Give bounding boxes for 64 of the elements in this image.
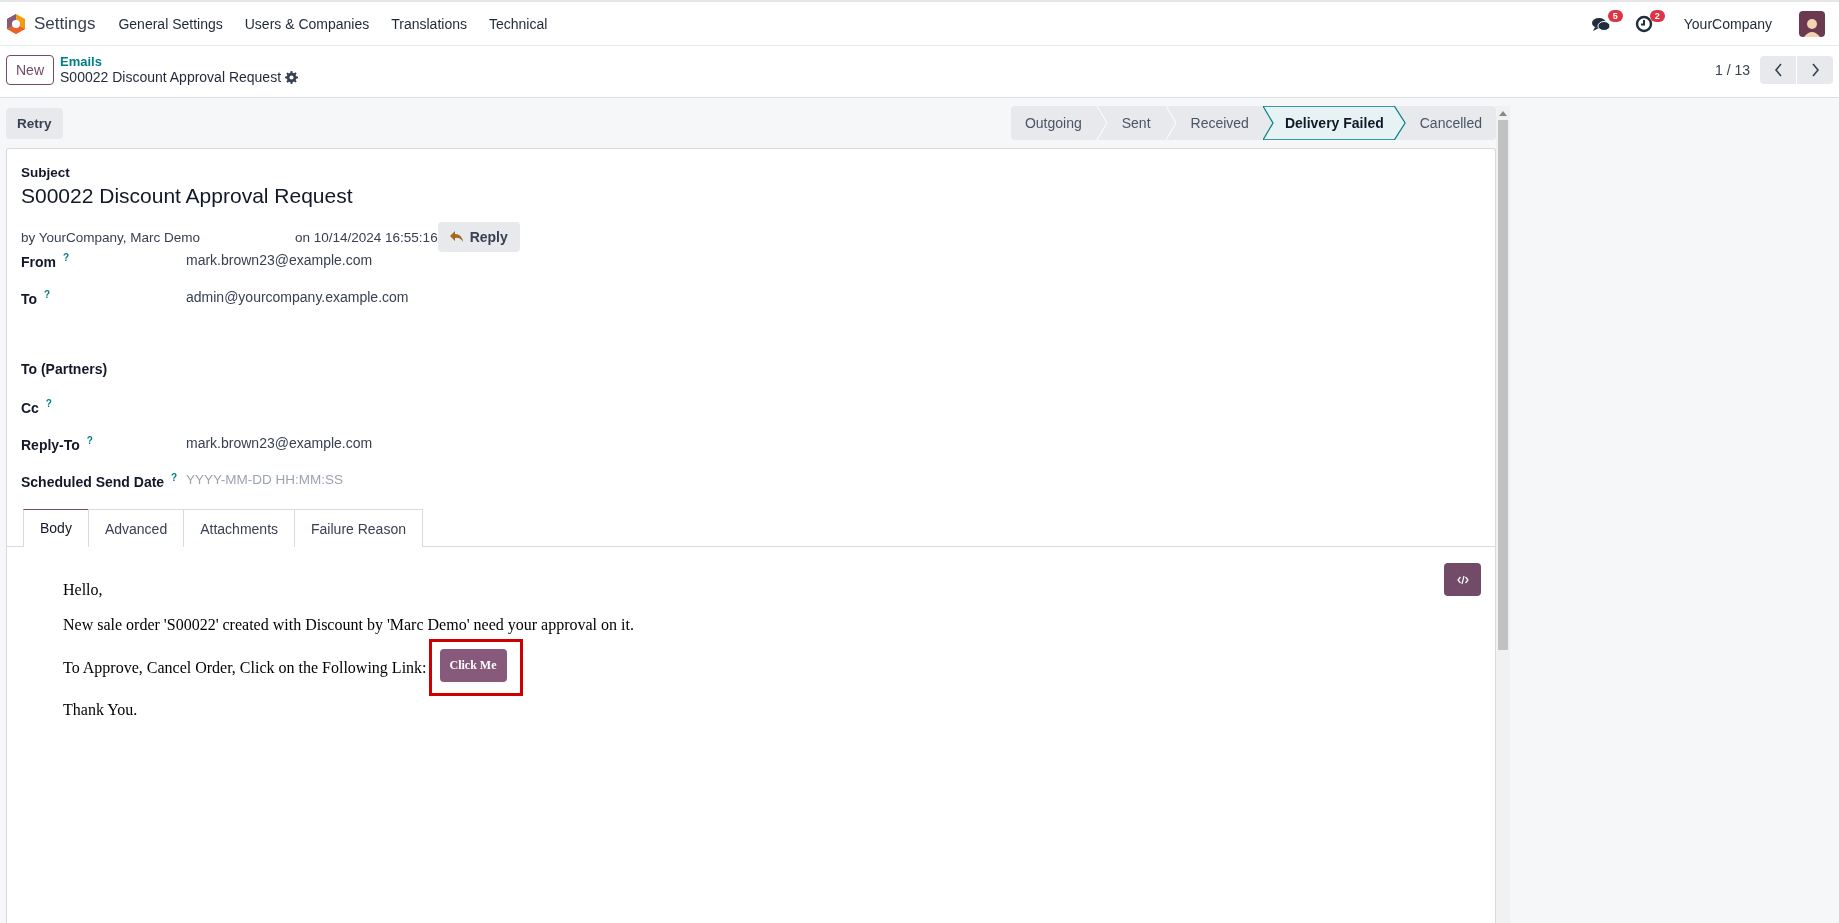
gear-icon[interactable] [285, 70, 299, 84]
pager-counter: 1 / 13 [1714, 61, 1750, 78]
status-stage[interactable]: Outgoing [1010, 106, 1096, 140]
field-value[interactable]: mark.brown23@example.com [186, 252, 373, 268]
status-stage[interactable]: Delivery Failed [1262, 106, 1406, 140]
menu-item[interactable]: Translations [380, 15, 478, 32]
field-label: Cc [21, 399, 39, 416]
email-link-intro: To Approve, Cancel Order, Click on the Following Link: [63, 658, 427, 677]
chevron-left-icon [1773, 62, 1783, 77]
email-greeting: Hello, [63, 581, 104, 599]
app-name[interactable]: Settings [34, 13, 96, 34]
field-label: From [21, 253, 56, 270]
menu-item[interactable]: General Settings [107, 15, 234, 32]
help-tooltip[interactable]: ? [171, 472, 178, 483]
record-title: S00022 Discount Approval Request [60, 69, 282, 85]
help-tooltip[interactable]: ? [45, 398, 52, 409]
field-label: Scheduled Send Date [21, 473, 165, 490]
notification-badge: 5 [1607, 9, 1623, 22]
breadcrumb-link[interactable]: Emails [60, 54, 299, 69]
notification-badge: 2 [1649, 9, 1665, 22]
company-switcher[interactable]: YourCompany [1672, 15, 1783, 32]
activities-button[interactable]: 2 [1624, 8, 1667, 39]
email-link-button[interactable]: Click Me [439, 649, 507, 682]
status-stage[interactable]: Cancelled [1405, 106, 1496, 140]
field-label: Reply-To [21, 436, 80, 453]
retry-button[interactable]: Retry [6, 107, 63, 139]
chat-icon [1590, 15, 1611, 32]
app-logo-icon[interactable] [6, 12, 26, 35]
status-stage[interactable]: Received [1176, 106, 1263, 140]
code-view-button[interactable] [1444, 563, 1481, 596]
email-subject: S00022 Discount Approval Request [21, 184, 354, 208]
menu-item[interactable]: Users & Companies [233, 15, 381, 32]
reply-button[interactable]: Reply [437, 222, 520, 252]
user-avatar[interactable] [1799, 10, 1825, 37]
email-author: by YourCompany, Marc Demo [21, 229, 202, 245]
email-message: New sale order 'S00022' created with Discount by 'Marc Demo' need your approval on it. [63, 616, 635, 634]
field-value[interactable]: admin@yourcompany.example.com [186, 289, 409, 305]
clock-icon [1634, 14, 1653, 33]
email-closing: Thank You. [63, 701, 139, 719]
previous-button[interactable] [1760, 55, 1796, 84]
stage-divider [1095, 106, 1108, 140]
field-label: Subject [21, 165, 71, 180]
field-value[interactable]: mark.brown23@example.com [186, 435, 373, 451]
form-tab[interactable]: Advanced [87, 509, 185, 547]
chevron-right-icon [1810, 62, 1820, 77]
scroll-up-arrow-icon[interactable] [1499, 110, 1507, 116]
next-button[interactable] [1797, 55, 1833, 84]
scrollbar[interactable] [1496, 106, 1510, 923]
field-label: To (Partners) [21, 361, 108, 377]
menu-item[interactable]: Technical [478, 15, 559, 32]
help-tooltip[interactable]: ? [62, 252, 69, 263]
code-icon [1456, 574, 1469, 585]
messages-button[interactable]: 5 [1580, 8, 1625, 39]
email-date: on 10/14/2024 16:55:16 [295, 229, 438, 245]
help-tooltip[interactable]: ? [86, 435, 93, 446]
field-label: To [21, 290, 38, 307]
help-tooltip[interactable]: ? [43, 289, 51, 300]
form-tab[interactable]: Attachments [183, 509, 296, 547]
status-stage[interactable]: Sent [1107, 106, 1165, 140]
reply-arrow-icon [449, 231, 464, 243]
form-tab[interactable]: Failure Reason [294, 509, 423, 547]
new-button[interactable]: New [6, 54, 54, 85]
form-tab[interactable]: Body [23, 509, 89, 547]
stage-divider [1164, 106, 1177, 140]
